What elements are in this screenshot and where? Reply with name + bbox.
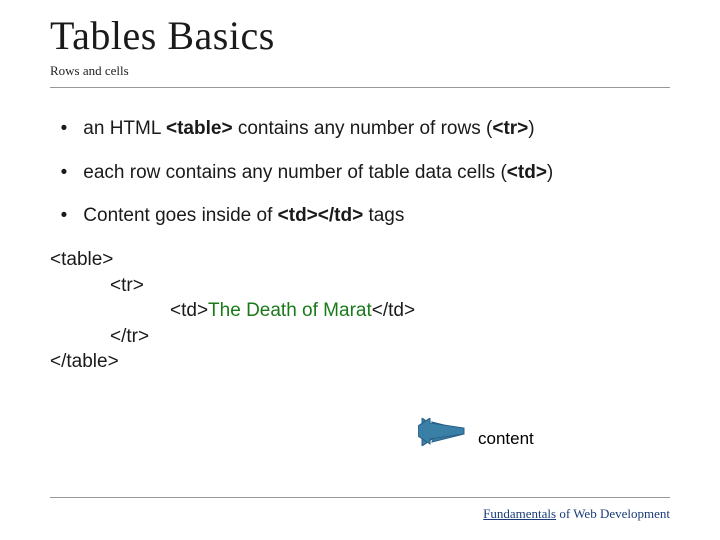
- code-fragment: </td>: [372, 300, 415, 321]
- footer-text: Fundamentals of Web Development: [483, 506, 670, 522]
- annotation-label: content: [478, 429, 534, 449]
- text-fragment: an HTML: [83, 118, 166, 139]
- slide-title: Tables Basics: [50, 0, 670, 59]
- strong-tag: <td>: [507, 162, 547, 183]
- bullet-text: each row contains any number of table da…: [83, 162, 553, 183]
- content-area: • an HTML <table> contains any number of…: [50, 116, 670, 375]
- bullet-item: • an HTML <table> contains any number of…: [50, 116, 670, 142]
- slide-subtitle: Rows and cells: [50, 63, 670, 79]
- code-line: <td>The Death of Marat</td>: [170, 298, 670, 324]
- code-line: </tr>: [110, 324, 670, 350]
- code-example: <table> <tr> <td>The Death of Marat</td>…: [50, 247, 670, 375]
- bullet-item: • each row contains any number of table …: [50, 160, 670, 186]
- bullet-item: • Content goes inside of <td></td> tags: [50, 203, 670, 229]
- code-line: <tr>: [110, 273, 670, 299]
- text-fragment: each row contains any number of table da…: [83, 162, 507, 183]
- divider-top: [50, 87, 670, 88]
- divider-bottom: [50, 497, 670, 498]
- text-fragment: Content goes inside of: [83, 205, 277, 226]
- arrow-icon: [418, 418, 466, 446]
- bullet-text: Content goes inside of <td></td> tags: [83, 205, 404, 226]
- text-fragment: tags: [363, 205, 404, 226]
- code-line: </table>: [50, 349, 670, 375]
- bullet-dot-icon: •: [50, 116, 78, 142]
- strong-tag: <td></td>: [278, 205, 364, 226]
- bullet-dot-icon: •: [50, 160, 78, 186]
- footer-rest: of Web Development: [556, 506, 670, 521]
- code-line: <table>: [50, 247, 670, 273]
- text-fragment: ): [528, 118, 534, 139]
- bullet-dot-icon: •: [50, 203, 78, 229]
- bullet-text: an HTML <table> contains any number of r…: [83, 118, 534, 139]
- strong-tag: <tr>: [492, 118, 528, 139]
- slide: Tables Basics Rows and cells • an HTML <…: [0, 0, 720, 540]
- footer-underlined: Fundamentals: [483, 506, 556, 521]
- strong-tag: <table>: [166, 118, 233, 139]
- text-fragment: contains any number of rows (: [233, 118, 493, 139]
- code-fragment: <td>: [170, 300, 208, 321]
- code-content-fragment: The Death of Marat: [208, 300, 372, 321]
- text-fragment: ): [547, 162, 553, 183]
